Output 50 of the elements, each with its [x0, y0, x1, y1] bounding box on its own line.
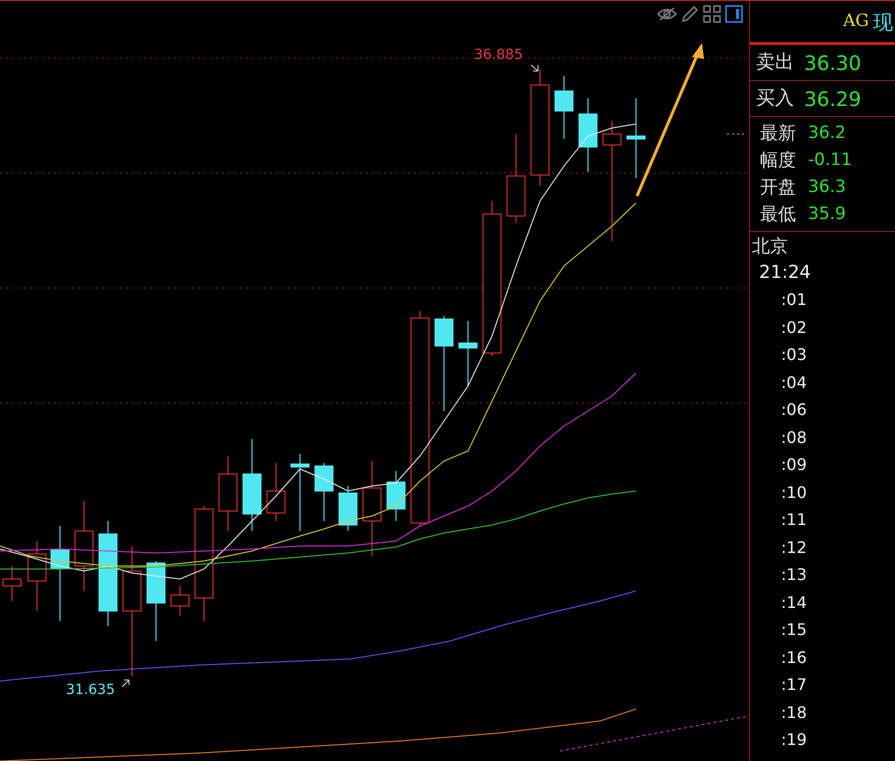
candlestick: [170, 586, 190, 616]
tick-time: :13: [780, 564, 808, 586]
low-price-label: 31.635: [66, 683, 115, 697]
candlestick: [458, 320, 478, 386]
symbol-code: AG: [843, 10, 869, 33]
candlestick: [386, 470, 406, 522]
candlestick: [314, 462, 334, 522]
stat-value: 35.9: [808, 202, 846, 226]
tick-time: :17: [780, 674, 808, 696]
candlestick: [2, 566, 22, 602]
symbol-name: 现: [873, 8, 893, 36]
tick-time: :11: [780, 509, 808, 531]
tick-time: :19: [780, 729, 808, 751]
quote-label: 卖出: [756, 50, 794, 76]
high-price-label: 36.885: [474, 48, 523, 62]
tick-time: :04: [780, 372, 808, 394]
stat-value: 36.3: [808, 176, 846, 199]
stat-value: 36.2: [808, 122, 846, 145]
pointer-arrow-icon: [530, 64, 538, 72]
tick-time: :03: [780, 344, 808, 366]
tick-time: :08: [780, 426, 808, 448]
stat-value: -0.11: [808, 148, 852, 172]
tick-time: :10: [780, 482, 808, 504]
grid-icon[interactable]: [703, 5, 721, 23]
candlestick: [28, 540, 46, 612]
tick-time: :09: [780, 454, 808, 476]
candlestick: [266, 462, 286, 522]
candlestick: [554, 76, 574, 140]
stat-label: 开盘: [760, 176, 796, 200]
quote-value: 36.29: [804, 86, 862, 112]
tick-time: :06: [780, 399, 808, 421]
stat-label: 最新: [760, 122, 796, 146]
tick-time: :14: [780, 592, 808, 614]
quote-label: 买入: [756, 86, 794, 112]
tick-time: :16: [780, 646, 808, 668]
tick-time: :02: [780, 316, 808, 338]
tick-time: :01: [780, 289, 808, 311]
pencil-icon[interactable]: [681, 5, 699, 23]
candlestick: [338, 486, 358, 532]
city-label: 北京: [751, 235, 789, 259]
hidden-eye-icon[interactable]: [657, 6, 677, 22]
side-panel-icon[interactable]: [725, 5, 743, 23]
tick-time: :18: [780, 702, 808, 724]
quote-value: 36.30: [804, 50, 862, 76]
time-label: 21:24: [758, 261, 812, 285]
pointer-arrow-icon: [122, 680, 130, 688]
tick-time: :12: [780, 536, 808, 558]
stat-label: 最低: [760, 203, 796, 227]
stat-label: 幅度: [760, 149, 796, 173]
tick-time: :15: [780, 619, 808, 641]
